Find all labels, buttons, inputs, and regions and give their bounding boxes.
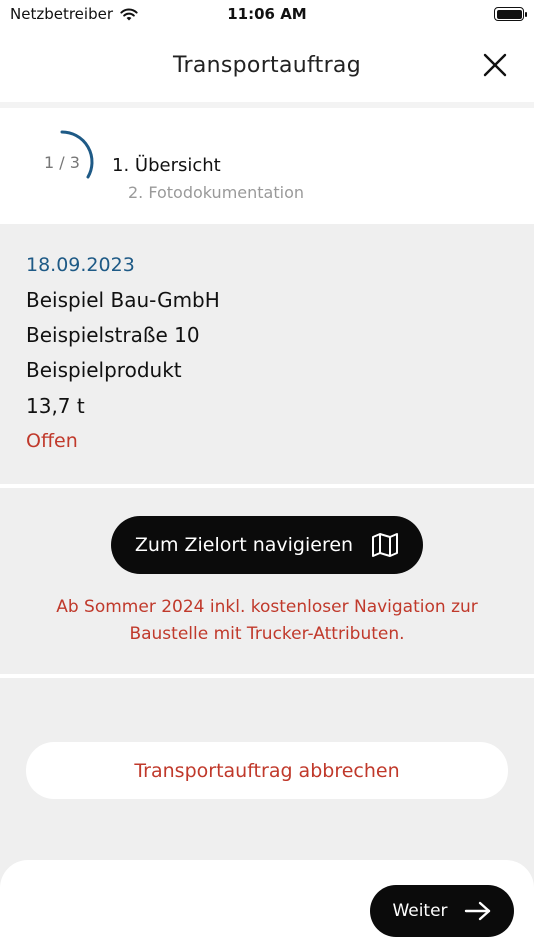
carrier-name: Netzbetreiber (10, 5, 113, 23)
order-info: 18.09.2023 Beispiel Bau-GmbH Beispielstr… (0, 226, 534, 484)
close-icon (483, 53, 507, 77)
step-current: 1. Übersicht (112, 155, 221, 176)
cancel-order-button[interactable]: Transportauftrag abbrechen (26, 742, 508, 799)
order-product: Beispielprodukt (26, 358, 182, 382)
map-icon (372, 533, 399, 557)
order-address: Beispielstraße 10 (26, 323, 200, 347)
navigation-section: Zum Zielort navigieren Ab Sommer 2024 in… (0, 488, 534, 674)
status-left: Netzbetreiber (10, 5, 139, 23)
next-button-label: Weiter (392, 901, 448, 921)
order-weight: 13,7 t (26, 394, 85, 418)
arrow-right-icon (464, 901, 490, 921)
battery-icon (494, 7, 527, 21)
step-count: 1 / 3 (44, 152, 80, 172)
order-company: Beispiel Bau-GmbH (26, 288, 220, 312)
wifi-icon (120, 8, 138, 20)
page-title: Transportauftrag (173, 52, 361, 78)
stepper: 1 / 3 1. Übersicht 2. Fotodokumentation (0, 108, 534, 224)
header: Transportauftrag (0, 28, 534, 102)
order-date: 18.09.2023 (26, 254, 135, 276)
next-button[interactable]: Weiter (370, 885, 514, 937)
close-button[interactable] (482, 52, 508, 78)
order-status: Offen (26, 430, 78, 452)
status-bar: Netzbetreiber 11:06 AM (0, 0, 534, 28)
navigation-note: Ab Sommer 2024 inkl. kostenloser Navigat… (56, 597, 478, 644)
step-next: 2. Fotodokumentation (128, 183, 304, 202)
bottom-bar: Weiter (0, 860, 534, 950)
navigate-button[interactable]: Zum Zielort navigieren (111, 516, 423, 574)
navigate-button-label: Zum Zielort navigieren (134, 534, 354, 556)
